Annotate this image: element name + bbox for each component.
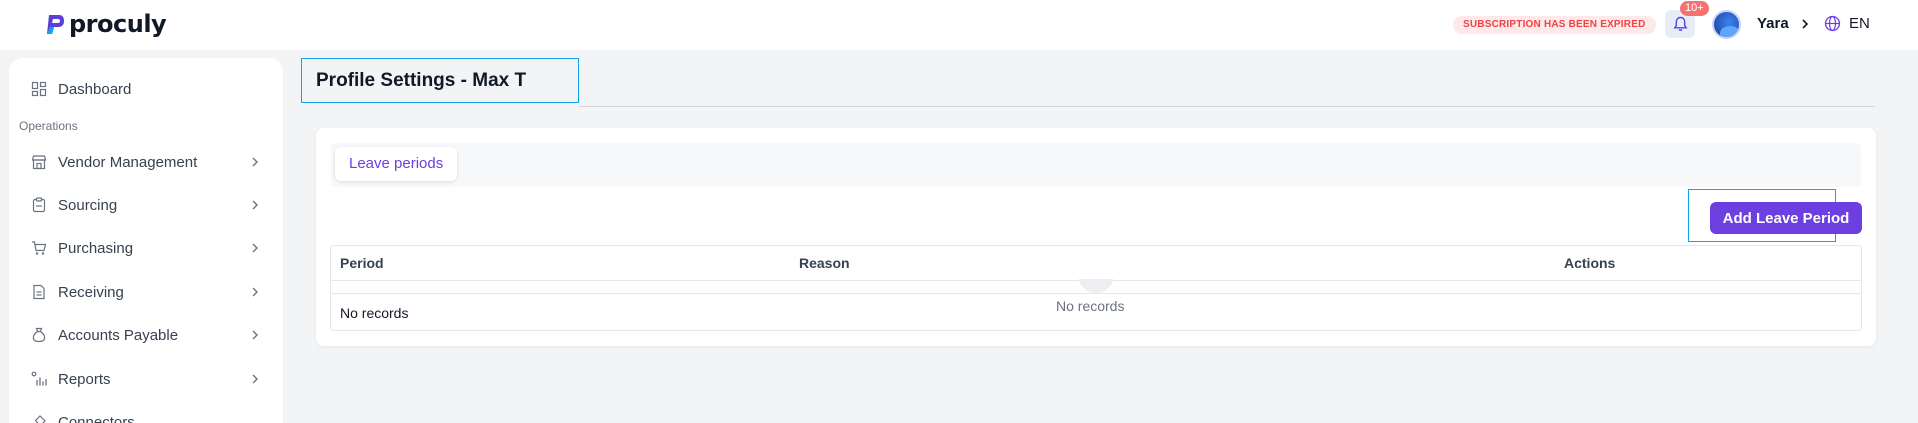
sidebar: Dashboard Operations Vendor Management S…	[9, 58, 283, 423]
leave-periods-card: Leave periods Add Leave Period Period Re…	[316, 128, 1876, 346]
user-name[interactable]: Yara	[1757, 15, 1789, 32]
cart-icon	[32, 241, 47, 255]
sidebar-item-purchasing[interactable]: Purchasing	[9, 233, 283, 263]
add-leave-period-button[interactable]: Add Leave Period	[1710, 202, 1862, 234]
page-title-container: Profile Settings - Max T	[301, 58, 579, 103]
chevron-right-icon	[252, 200, 258, 210]
sidebar-item-label: Reports	[58, 370, 111, 388]
empty-state-icon	[1078, 279, 1114, 293]
sidebar-item-vendor-management[interactable]: Vendor Management	[9, 147, 283, 177]
sidebar-item-label: Dashboard	[58, 80, 132, 98]
leave-periods-table: Period Reason Actions No records No reco…	[330, 245, 1862, 331]
language-selector[interactable]: EN	[1849, 15, 1870, 32]
brand-name: proculy	[69, 10, 167, 38]
sidebar-item-accounts-payable[interactable]: Accounts Payable	[9, 320, 283, 350]
sidebar-item-label: Accounts Payable	[58, 326, 179, 344]
sidebar-section-operations: Operations	[19, 119, 78, 133]
notifications-count-badge: 10+	[1680, 1, 1709, 16]
chevron-right-icon[interactable]	[1798, 15, 1812, 33]
clipboard-icon	[32, 197, 46, 213]
user-avatar[interactable]	[1712, 10, 1741, 39]
header-divider	[579, 106, 1875, 107]
sidebar-item-sourcing[interactable]: Sourcing	[9, 190, 283, 220]
column-header-reason[interactable]: Reason	[799, 255, 850, 271]
column-header-period[interactable]: Period	[340, 255, 384, 271]
column-header-actions[interactable]: Actions	[1564, 255, 1615, 271]
proculy-logo-icon	[47, 15, 64, 34]
add-leave-period-container: Add Leave Period	[1688, 189, 1862, 242]
brand-logo[interactable]: proculy	[45, 10, 167, 38]
bar-chart-icon	[31, 371, 47, 386]
empty-state-text: No records	[1056, 298, 1125, 314]
sidebar-item-connectors[interactable]: Connectors	[9, 407, 283, 423]
chevron-right-icon	[252, 330, 258, 340]
sidebar-item-label: Purchasing	[58, 239, 134, 257]
table-row: No records	[340, 305, 409, 321]
chevron-right-icon	[252, 157, 258, 167]
chevron-right-icon	[252, 287, 258, 297]
store-icon	[31, 155, 47, 170]
dashboard-icon	[31, 81, 47, 97]
sidebar-item-label: Connectors	[58, 413, 135, 423]
globe-icon[interactable]	[1824, 15, 1841, 32]
sidebar-item-label: Sourcing	[58, 196, 118, 214]
sidebar-item-label: Receiving	[58, 283, 124, 301]
subscription-expired-badge: SUBSCRIPTION HAS BEEN EXPIRED	[1453, 16, 1656, 34]
sidebar-item-dashboard[interactable]: Dashboard	[9, 74, 283, 104]
chevron-right-icon	[252, 374, 258, 384]
tab-strip: Leave periods	[331, 143, 1861, 187]
sidebar-item-label: Vendor Management	[58, 153, 198, 171]
top-bar: proculy SUBSCRIPTION HAS BEEN EXPIRED 10…	[0, 0, 1918, 50]
page-title: Profile Settings - Max T	[316, 70, 527, 91]
sidebar-item-receiving[interactable]: Receiving	[9, 277, 283, 307]
plug-icon	[34, 415, 46, 423]
money-bag-icon	[32, 327, 46, 343]
table-row-divider	[331, 293, 1861, 294]
document-icon	[33, 284, 45, 300]
tab-leave-periods[interactable]: Leave periods	[335, 147, 458, 181]
chevron-right-icon	[252, 243, 258, 253]
bell-icon	[1673, 16, 1687, 31]
sidebar-item-reports[interactable]: Reports	[9, 364, 283, 394]
